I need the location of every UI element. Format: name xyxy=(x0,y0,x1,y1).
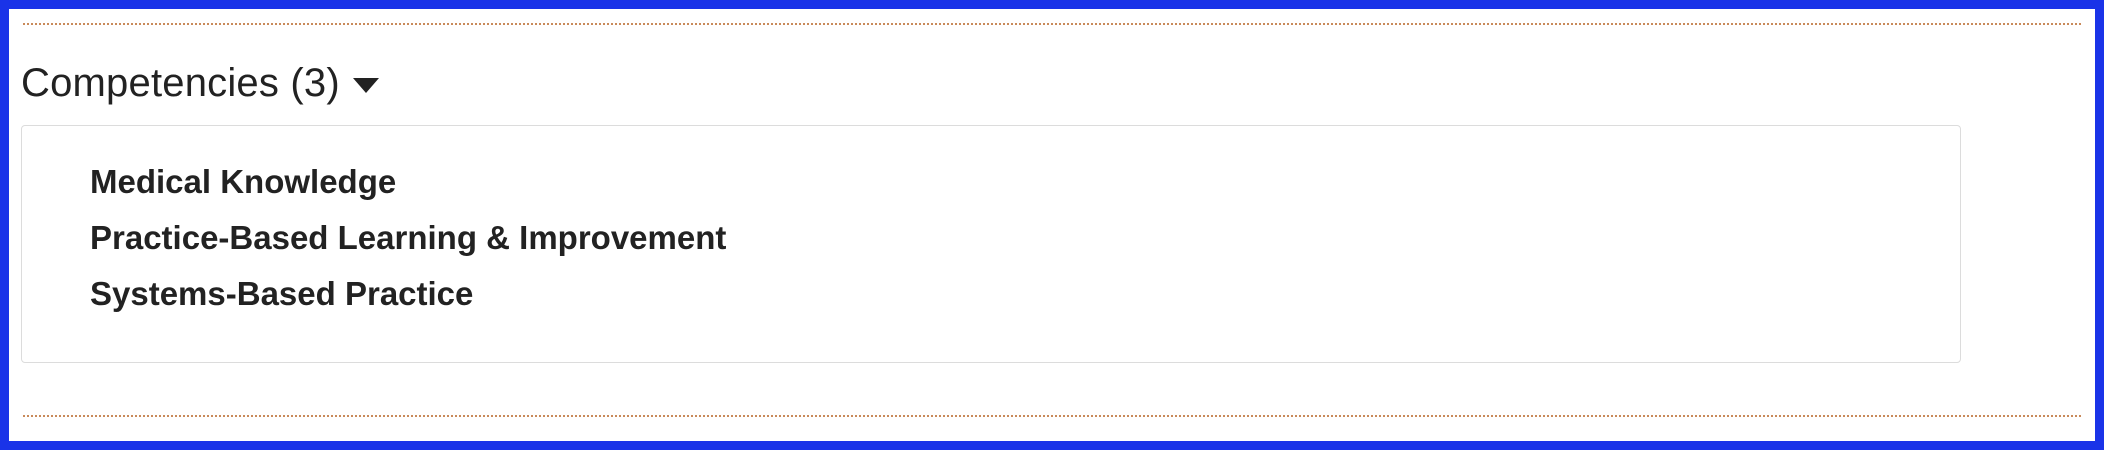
section-title: Competencies (3) xyxy=(21,61,340,105)
competencies-section-toggle[interactable]: Competencies (3) xyxy=(21,61,380,106)
bottom-divider xyxy=(23,415,2081,417)
top-divider xyxy=(23,23,2081,25)
page-frame: Competencies (3) Medical Knowledge Pract… xyxy=(0,0,2104,450)
competency-item: Medical Knowledge xyxy=(90,163,397,200)
competency-item: Systems-Based Practice xyxy=(90,275,474,312)
competency-list: Medical Knowledge Practice-Based Learnin… xyxy=(90,154,726,322)
competencies-panel: Medical Knowledge Practice-Based Learnin… xyxy=(21,125,1961,363)
caret-down-icon[interactable] xyxy=(352,77,380,95)
competency-item: Practice-Based Learning & Improvement xyxy=(90,219,727,256)
